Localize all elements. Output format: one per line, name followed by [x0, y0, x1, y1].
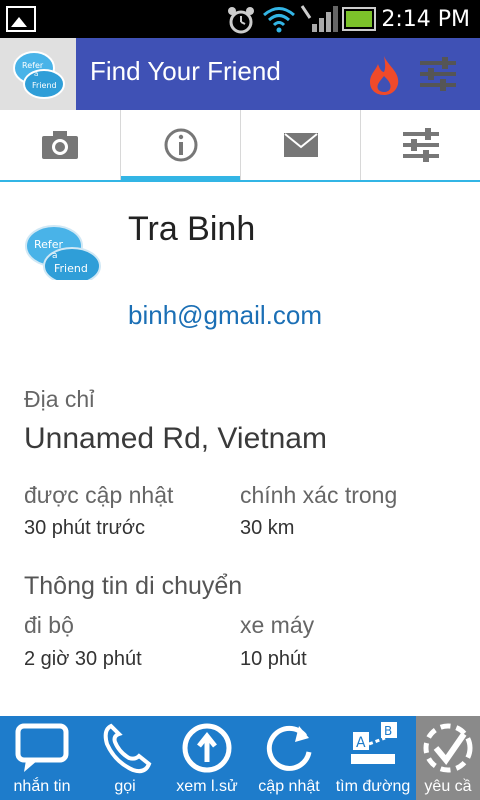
walk-label: đi bộ: [24, 612, 74, 638]
sliders-icon: [402, 128, 439, 162]
refer-a-friend-logo-icon: Refer a Friend: [13, 51, 65, 99]
bottom-action-bar: nhắn tin gọi xem l.sử cập nhật A B tìm đ…: [0, 716, 480, 800]
travel-info-heading: Thông tin di chuyển: [24, 572, 243, 600]
request-label: yêu cầ: [424, 778, 472, 795]
image-notification-icon: [6, 6, 36, 32]
directions-icon: A B: [351, 722, 397, 764]
battery-icon: [342, 7, 376, 31]
motorbike-value: 10 phút: [240, 648, 307, 670]
app-logo[interactable]: Refer a Friend: [0, 38, 76, 110]
svg-text:Refer: Refer: [34, 238, 64, 251]
signal-icon: [300, 5, 338, 32]
camera-icon: [42, 131, 78, 159]
svg-text:a: a: [52, 251, 58, 261]
accuracy-label: chính xác trong: [240, 482, 398, 508]
phone-icon: [103, 723, 152, 774]
directions-button[interactable]: A B tìm đường: [330, 716, 416, 800]
updated-label: được cập nhật: [24, 482, 174, 508]
alarm-icon: [228, 7, 254, 34]
updated-value: 30 phút trước: [24, 517, 146, 539]
info-icon: [164, 128, 197, 162]
svg-text:Friend: Friend: [54, 262, 88, 275]
motorbike-label: xe máy: [240, 612, 315, 638]
directions-label: tìm đường: [335, 778, 411, 795]
avatar: Refer a Friend: [25, 225, 101, 280]
refresh-button[interactable]: cập nhật: [248, 716, 330, 800]
call-label: gọi: [114, 778, 136, 795]
status-bar: 2:14 PM: [0, 0, 480, 38]
settings-sliders-icon[interactable]: [418, 56, 458, 92]
app-bar: Refer a Friend Find Your Friend: [0, 38, 480, 110]
wifi-icon: [263, 7, 295, 33]
tab-message[interactable]: [240, 110, 360, 180]
history-arrow-icon: [182, 723, 232, 773]
history-button[interactable]: xem l.sử: [166, 716, 248, 800]
walk-value: 2 giờ 30 phút: [24, 648, 142, 670]
chat-bubble-icon: [15, 723, 69, 772]
tab-bar: [0, 110, 480, 182]
svg-text:B: B: [384, 724, 392, 738]
message-button[interactable]: nhắn tin: [0, 716, 84, 800]
history-label: xem l.sử: [176, 778, 238, 795]
app-title: Find Your Friend: [90, 56, 281, 86]
svg-text:Friend: Friend: [32, 81, 57, 90]
tab-settings[interactable]: [360, 110, 480, 180]
friend-name: Tra Binh: [128, 210, 256, 248]
check-circle-icon: [423, 723, 473, 773]
svg-text:A: A: [356, 735, 366, 751]
clock: 2:14 PM: [381, 7, 470, 32]
svg-text:Refer: Refer: [22, 61, 44, 70]
address-value: Unnamed Rd, Vietnam: [24, 422, 327, 455]
address-label: Địa chỉ: [24, 386, 95, 412]
flame-icon[interactable]: [366, 54, 402, 96]
request-button[interactable]: yêu cầ: [416, 716, 480, 800]
friend-email-link[interactable]: binh@gmail.com: [128, 300, 322, 331]
accuracy-value: 30 km: [240, 517, 295, 539]
tab-photo[interactable]: [0, 110, 120, 180]
tab-info[interactable]: [120, 110, 240, 182]
refresh-label: cập nhật: [258, 778, 320, 795]
message-label: nhắn tin: [13, 778, 71, 795]
call-button[interactable]: gọi: [84, 716, 166, 800]
refresh-icon: [266, 725, 312, 771]
svg-text:a: a: [34, 70, 38, 78]
mail-icon: [283, 133, 318, 157]
profile-details: Refer a Friend Tra Binh binh@gmail.com Đ…: [0, 182, 480, 716]
